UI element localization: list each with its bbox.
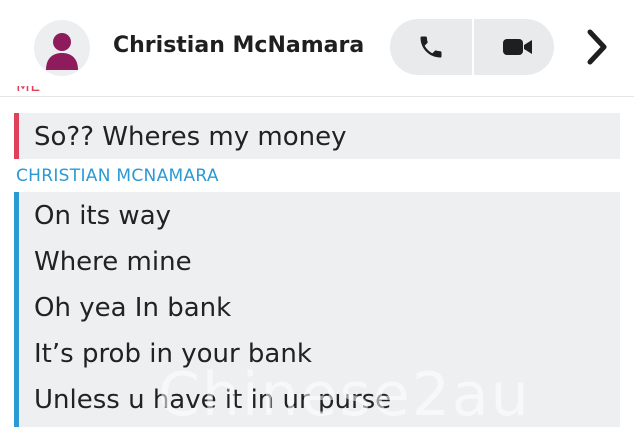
message-text[interactable]: Oh yea In bank — [34, 293, 231, 323]
voice-call-button[interactable] — [390, 19, 472, 75]
video-camera-icon — [503, 39, 532, 55]
call-actions — [390, 19, 554, 75]
person-silhouette-icon — [46, 33, 78, 70]
message-group-me: So?? Wheres my money — [14, 113, 620, 159]
contact-name[interactable]: Christian McNamara — [113, 33, 364, 58]
message-text[interactable]: On its way — [34, 201, 171, 231]
sender-label-them: CHRISTIAN MCNAMARA — [16, 166, 219, 186]
phone-icon — [420, 36, 442, 58]
more-button[interactable] — [580, 26, 614, 68]
accent-bar-me — [14, 113, 19, 159]
chat-header: Christian McNamara — [0, 0, 634, 97]
sender-label-me: ME — [16, 86, 41, 104]
message-text[interactable]: So?? Wheres my money — [34, 122, 346, 152]
avatar[interactable] — [34, 20, 90, 76]
chevron-right-icon — [587, 29, 607, 65]
video-call-button[interactable] — [474, 19, 554, 75]
message-text[interactable]: Where mine — [34, 247, 192, 277]
accent-bar-them — [14, 192, 19, 427]
watermark: Chinese2au — [158, 360, 531, 430]
